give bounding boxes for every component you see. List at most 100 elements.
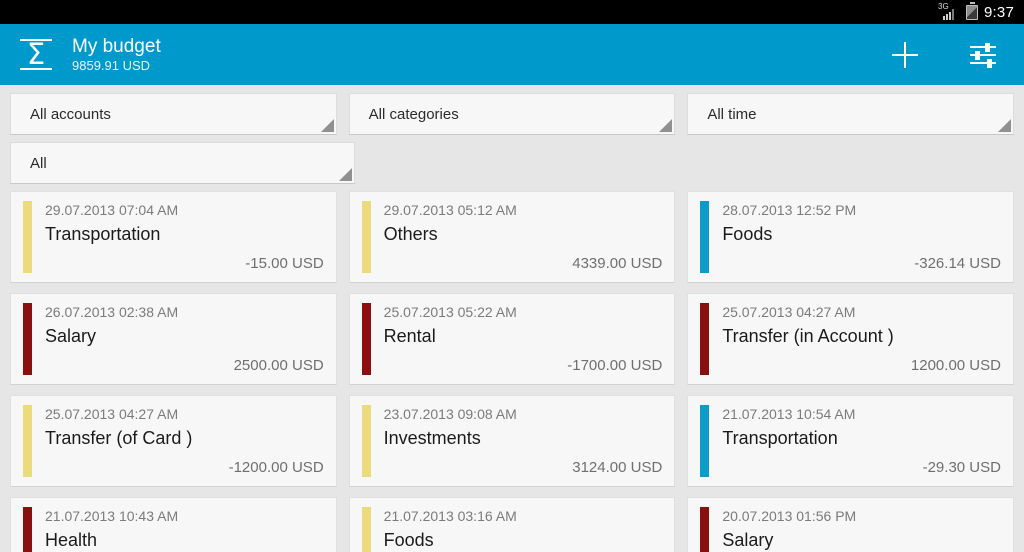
filter-accounts-value: All accounts [30, 105, 111, 123]
transaction-date: 28.07.2013 12:52 PM [722, 202, 857, 218]
transaction-color-bar [700, 303, 710, 375]
action-bar: Σ My budget 9859.91 USD [0, 24, 1024, 85]
transaction-amount: 4339.00 USD [572, 255, 663, 272]
transaction-category: Rental [383, 326, 436, 346]
transaction-body: 29.07.2013 05:12 AM Others 4339.00 USD [384, 201, 663, 273]
transaction-body: 26.07.2013 02:38 AM Salary 2500.00 USD [45, 303, 324, 375]
balance-subtitle: 9859.91 USD [72, 57, 151, 73]
transaction-date: 21.07.2013 10:43 AM [45, 508, 179, 524]
transaction-card[interactable]: 20.07.2013 01:56 PM Salary [687, 497, 1014, 552]
transaction-card[interactable]: 25.07.2013 04:27 AM Transfer (of Card ) -1… [10, 395, 337, 487]
filter-row-secondary: All [10, 142, 1014, 184]
transaction-category: Transfer (of Card ) [45, 428, 193, 448]
chevron-down-icon [659, 119, 673, 132]
chevron-down-icon [320, 119, 334, 132]
transaction-card[interactable]: 21.07.2013 03:16 AM Foods [348, 497, 676, 552]
transaction-card[interactable]: 29.07.2013 05:12 AM Others 4339.00 USD [348, 191, 676, 283]
sigma-logo-icon[interactable]: Σ [14, 33, 58, 77]
transaction-color-bar [700, 507, 710, 552]
status-bar-clock: 9:37 [984, 3, 1014, 21]
filter-categories-value: All categories [368, 105, 459, 123]
signal-bars-icon [943, 9, 954, 20]
transaction-card[interactable]: 23.07.2013 09:08 AM Investments 3124.00 US… [348, 395, 676, 487]
transaction-amount: 2500.00 USD [233, 357, 324, 374]
signal-3g-icon: 3G [938, 3, 960, 20]
page-title: My budget [72, 35, 161, 57]
transaction-card[interactable]: 26.07.2013 02:38 AM Salary 2500.00 USD [10, 293, 337, 385]
transaction-category: Investments [383, 428, 481, 448]
transaction-body: 21.07.2013 10:43 AM Health [45, 507, 324, 552]
filter-categories-spinner[interactable]: All categories [348, 93, 676, 135]
filter-bar: All accounts All categories All time All [0, 85, 1024, 184]
transaction-body: 25.07.2013 04:27 AM Transfer (in Account … [722, 303, 1001, 375]
transaction-date: 21.07.2013 03:16 AM [383, 508, 517, 524]
transaction-body: 25.07.2013 05:22 AM Rental -1700.00 USD [384, 303, 663, 375]
filter-row-primary: All accounts All categories All time [10, 93, 1015, 135]
transaction-color-bar [361, 507, 371, 552]
transaction-amount: -326.14 USD [914, 255, 1001, 272]
logo-sigma-glyph: Σ [26, 37, 46, 71]
transaction-date: 26.07.2013 02:38 AM [45, 304, 179, 320]
filter-time-value: All time [707, 105, 757, 123]
app-title-block[interactable]: My budget 9859.91 USD [72, 36, 888, 74]
settings-button[interactable] [966, 38, 1000, 72]
transaction-date: 25.07.2013 04:27 AM [45, 406, 179, 422]
action-bar-actions [888, 38, 1010, 72]
transaction-body: 23.07.2013 09:08 AM Investments 3124.00 US… [384, 405, 663, 477]
sliders-icon [970, 42, 996, 68]
chevron-down-icon [998, 119, 1012, 132]
filter-time-spinner[interactable]: All time [687, 93, 1015, 135]
transaction-category: Transportation [45, 224, 161, 244]
transaction-category: Transfer (in Account ) [722, 326, 894, 346]
filter-accounts-spinner[interactable]: All accounts [10, 93, 337, 135]
transaction-color-bar [23, 507, 32, 552]
battery-icon [966, 1, 978, 20]
filter-row-spacer [367, 142, 1014, 184]
transaction-date: 21.07.2013 10:54 AM [722, 406, 856, 422]
transaction-category: Foods [722, 224, 773, 244]
transaction-color-bar [361, 201, 371, 273]
transaction-amount: -15.00 USD [245, 255, 324, 272]
transaction-body: 21.07.2013 03:16 AM Foods [384, 507, 663, 552]
plus-icon [892, 41, 918, 68]
filter-type-spinner[interactable]: All [10, 142, 355, 184]
transaction-category: Salary [45, 326, 97, 346]
transaction-card[interactable]: 29.07.2013 07:04 AM Transportation -15.00 … [10, 191, 337, 283]
transaction-body: 25.07.2013 04:27 AM Transfer (of Card ) -1… [45, 405, 324, 477]
logo-rule-bottom [20, 68, 52, 70]
transaction-body: 29.07.2013 07:04 AM Transportation -15.00 … [45, 201, 324, 273]
transaction-amount: 3124.00 USD [572, 459, 663, 476]
transaction-card[interactable]: 28.07.2013 12:52 PM Foods -326.14 USD [687, 191, 1014, 283]
transaction-date: 23.07.2013 09:08 AM [383, 406, 517, 422]
add-transaction-button[interactable] [888, 38, 922, 72]
status-bar: 3G 9:37 [0, 0, 1024, 24]
transaction-amount: -1700.00 USD [567, 357, 663, 374]
transaction-body: 28.07.2013 12:52 PM Foods -326.14 USD [722, 201, 1001, 273]
transaction-category: Salary [722, 530, 774, 550]
transaction-color-bar [23, 201, 32, 273]
transaction-amount: 1200.00 USD [910, 357, 1001, 374]
transaction-category: Foods [383, 530, 434, 550]
transaction-color-bar [23, 303, 32, 375]
transaction-body: 20.07.2013 01:56 PM Salary [722, 507, 1001, 552]
transaction-color-bar [361, 405, 371, 477]
transaction-category: Others [383, 224, 438, 244]
transaction-date: 25.07.2013 04:27 AM [722, 304, 856, 320]
transaction-body: 21.07.2013 10:54 AM Transportation -29.30 … [722, 405, 1001, 477]
transaction-amount: -29.30 USD [922, 459, 1001, 476]
transaction-card[interactable]: 21.07.2013 10:54 AM Transportation -29.30 … [687, 395, 1014, 487]
transaction-color-bar [700, 405, 710, 477]
transaction-grid: 29.07.2013 07:04 AM Transportation -15.00 … [0, 191, 1024, 552]
filter-type-value: All [30, 154, 47, 172]
transaction-amount: -1200.00 USD [228, 459, 324, 476]
transaction-date: 25.07.2013 05:22 AM [383, 304, 517, 320]
transaction-card[interactable]: 21.07.2013 10:43 AM Health [10, 497, 337, 552]
transaction-color-bar [23, 405, 32, 477]
transaction-category: Health [45, 530, 98, 550]
transaction-date: 29.07.2013 07:04 AM [45, 202, 179, 218]
transaction-category: Transportation [722, 428, 838, 448]
transaction-date: 20.07.2013 01:56 PM [722, 508, 857, 524]
transaction-color-bar [361, 303, 371, 375]
transaction-card[interactable]: 25.07.2013 04:27 AM Transfer (in Account … [687, 293, 1014, 385]
transaction-card[interactable]: 25.07.2013 05:22 AM Rental -1700.00 USD [348, 293, 676, 385]
